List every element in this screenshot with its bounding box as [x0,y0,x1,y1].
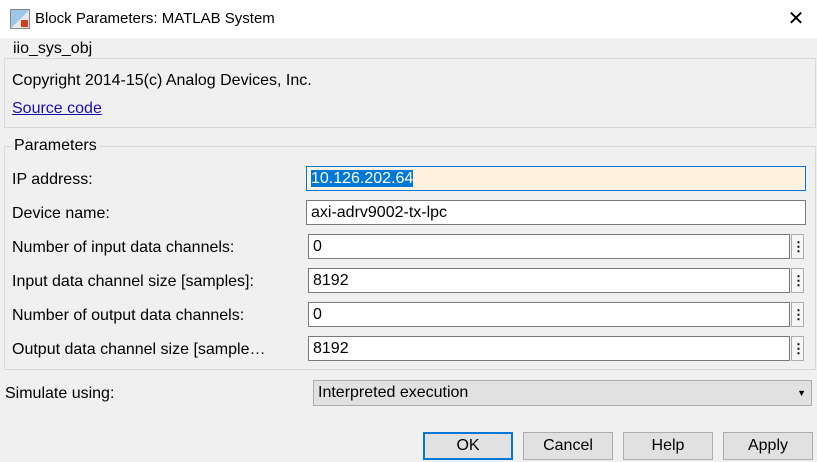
simulate-using-dropdown[interactable]: Interpreted execution ▼ [313,380,812,406]
input-channels-input[interactable]: 0 [308,234,790,259]
device-name-label: Device name: [12,205,110,222]
more-options-icon[interactable]: ⋮ [791,234,805,259]
simulate-using-label: Simulate using: [5,385,115,402]
ok-button[interactable]: OK [423,432,513,460]
ip-address-input[interactable]: 10.126.202.64 [306,166,806,191]
apply-button[interactable]: Apply [723,432,813,460]
cancel-button[interactable]: Cancel [523,432,613,460]
param-label: Number of output data channels: [12,307,245,324]
output-channels-input[interactable]: 0 [308,302,790,327]
close-icon[interactable]: ✕ [784,7,808,31]
param-label: Number of input data channels: [12,239,235,256]
info-group [4,58,816,128]
device-name-input[interactable]: axi-adrv9002-tx-lpc [306,200,806,225]
input-channel-size-input[interactable]: 8192 [308,268,790,293]
simulate-using-value: Interpreted execution [318,384,469,401]
copyright-text: Copyright 2014-15(c) Analog Devices, Inc… [12,72,312,89]
output-channel-size-input[interactable]: 8192 [308,336,790,361]
source-code-link[interactable]: Source code [12,100,102,118]
window-title: Block Parameters: MATLAB System [35,10,275,27]
ip-address-value: 10.126.202.64 [311,170,414,187]
parameters-group-title: Parameters [12,137,99,155]
more-options-icon[interactable]: ⋮ [791,336,805,361]
info-group-title: iio_sys_obj [11,40,95,58]
ip-address-label: IP address: [12,171,93,188]
more-options-icon[interactable]: ⋮ [791,302,805,327]
simulink-block-icon [10,9,30,29]
more-options-icon[interactable]: ⋮ [791,268,805,293]
param-label: Input data channel size [samples]: [12,273,254,290]
param-label: Output data channel size [sample… [12,341,266,358]
help-button[interactable]: Help [623,432,713,460]
dropdown-arrow-icon: ▼ [797,388,806,398]
